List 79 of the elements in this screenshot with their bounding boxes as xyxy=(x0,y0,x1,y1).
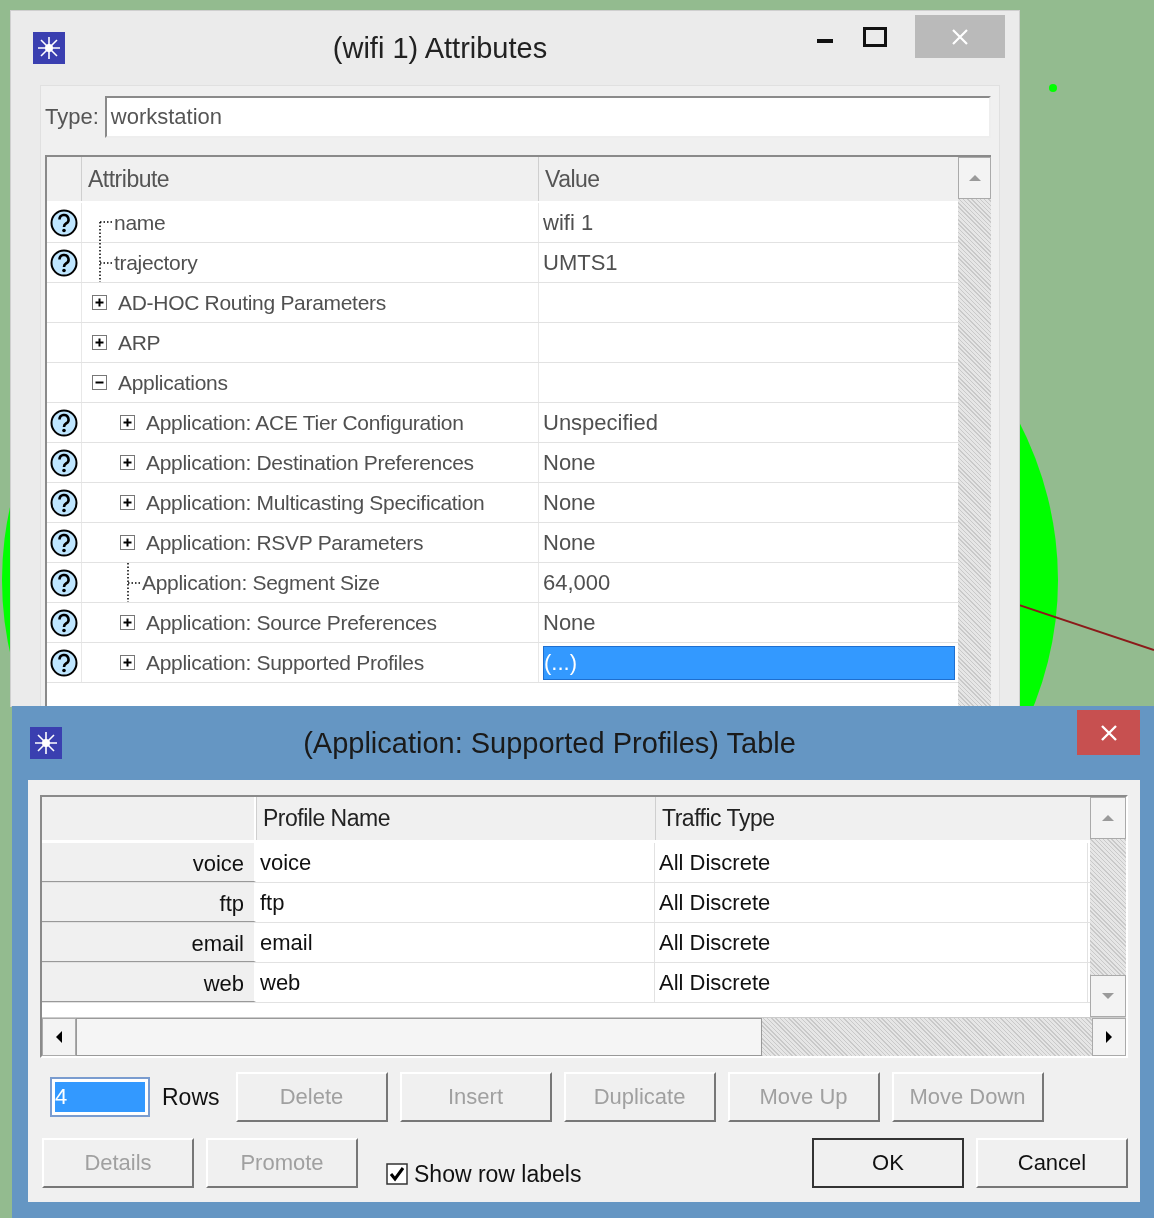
table-cell[interactable]: All Discrete xyxy=(655,883,1088,922)
up-arrow-icon xyxy=(967,174,982,182)
table-cell[interactable]: All Discrete xyxy=(655,963,1088,1002)
dialog-button[interactable]: Cancel xyxy=(976,1138,1128,1188)
attribute-name: trajectory xyxy=(114,250,198,275)
attribute-value[interactable]: None xyxy=(543,609,596,636)
close-icon xyxy=(1098,722,1119,743)
attribute-value[interactable]: 64,000 xyxy=(543,569,611,596)
help-icon[interactable] xyxy=(50,647,78,678)
attribute-name: Application: Segment Size xyxy=(142,570,380,595)
type-field[interactable]: workstation xyxy=(104,96,991,138)
table-cell[interactable]: web xyxy=(256,963,655,1002)
checkbox[interactable] xyxy=(386,1163,408,1185)
window-title: (Application: Supported Profiles) Table xyxy=(302,726,797,760)
row-label[interactable]: web xyxy=(42,963,256,1002)
right-arrow-icon xyxy=(1105,1030,1113,1044)
table-cell[interactable]: voice xyxy=(256,843,655,882)
row-label[interactable]: ftp xyxy=(42,883,256,922)
maximize-icon[interactable] xyxy=(863,25,887,48)
window-title: (wifi 1) Attributes xyxy=(331,31,549,65)
close-icon xyxy=(950,26,970,47)
table-cell[interactable]: All Discrete xyxy=(655,843,1088,882)
app-icon xyxy=(33,32,65,64)
row-label[interactable]: email xyxy=(42,923,256,962)
scroll-up-button[interactable] xyxy=(958,157,991,199)
attribute-name: Application: Multicasting Specification xyxy=(146,490,485,515)
attribute-name: name xyxy=(114,210,166,235)
down-arrow-icon xyxy=(1101,992,1115,1000)
expand-icon[interactable] xyxy=(120,495,135,510)
table-cell[interactable]: ftp xyxy=(256,883,655,922)
attribute-value[interactable]: None xyxy=(543,529,596,556)
type-label: Type: xyxy=(45,104,99,130)
help-icon[interactable] xyxy=(50,407,78,438)
help-icon[interactable] xyxy=(50,447,78,478)
close-button[interactable] xyxy=(1077,710,1140,755)
attribute-name: Application: ACE Tier Configuration xyxy=(146,410,464,435)
attribute-name: AD-HOC Routing Parameters xyxy=(118,290,386,315)
attribute-name: Application: Destination Preferences xyxy=(146,450,474,475)
dialog-button[interactable]: OK xyxy=(812,1138,964,1188)
column-header[interactable]: Profile Name xyxy=(256,797,655,840)
scrollbar-thumb[interactable] xyxy=(76,1018,762,1056)
expand-icon[interactable] xyxy=(120,655,135,670)
attribute-name: ARP xyxy=(118,330,161,355)
left-arrow-icon xyxy=(55,1030,63,1044)
scroll-left-button[interactable] xyxy=(42,1018,76,1056)
collapse-icon[interactable] xyxy=(92,375,107,390)
expand-icon[interactable] xyxy=(120,615,135,630)
checkbox-label[interactable]: Show row labels xyxy=(414,1160,582,1188)
expand-icon[interactable] xyxy=(120,455,135,470)
expand-icon[interactable] xyxy=(92,335,107,350)
column-header[interactable]: Attribute xyxy=(81,157,538,201)
help-icon[interactable] xyxy=(50,567,78,598)
tree-line xyxy=(127,563,141,602)
table-cell[interactable]: email xyxy=(256,923,655,962)
node-dot xyxy=(1049,84,1057,92)
attribute-name: Application: RSVP Parameters xyxy=(146,530,424,555)
attribute-value[interactable]: None xyxy=(543,489,596,516)
expand-icon[interactable] xyxy=(120,535,135,550)
attribute-value[interactable]: Unspecified xyxy=(543,409,658,436)
attribute-value[interactable]: UMTS1 xyxy=(543,249,618,276)
help-icon[interactable] xyxy=(50,487,78,518)
help-icon[interactable] xyxy=(50,527,78,558)
expand-icon[interactable] xyxy=(120,415,135,430)
help-icon[interactable] xyxy=(50,247,78,278)
app-icon xyxy=(30,727,62,759)
attribute-value[interactable]: None xyxy=(543,449,596,476)
attribute-name: Application: Source Preferences xyxy=(146,610,437,635)
up-arrow-icon xyxy=(1101,814,1115,822)
attribute-value[interactable]: wifi 1 xyxy=(543,209,594,236)
attribute-name: Applications xyxy=(118,370,228,395)
rows-label: Rows xyxy=(162,1083,220,1111)
help-icon[interactable] xyxy=(50,207,78,238)
table-cell[interactable]: All Discrete xyxy=(655,923,1088,962)
attribute-name: Application: Supported Profiles xyxy=(146,650,424,675)
help-icon[interactable] xyxy=(50,607,78,638)
column-header[interactable]: Traffic Type xyxy=(655,797,1088,840)
scroll-right-button[interactable] xyxy=(1092,1018,1126,1056)
expand-icon[interactable] xyxy=(92,295,107,310)
row-label[interactable]: voice xyxy=(42,843,256,882)
